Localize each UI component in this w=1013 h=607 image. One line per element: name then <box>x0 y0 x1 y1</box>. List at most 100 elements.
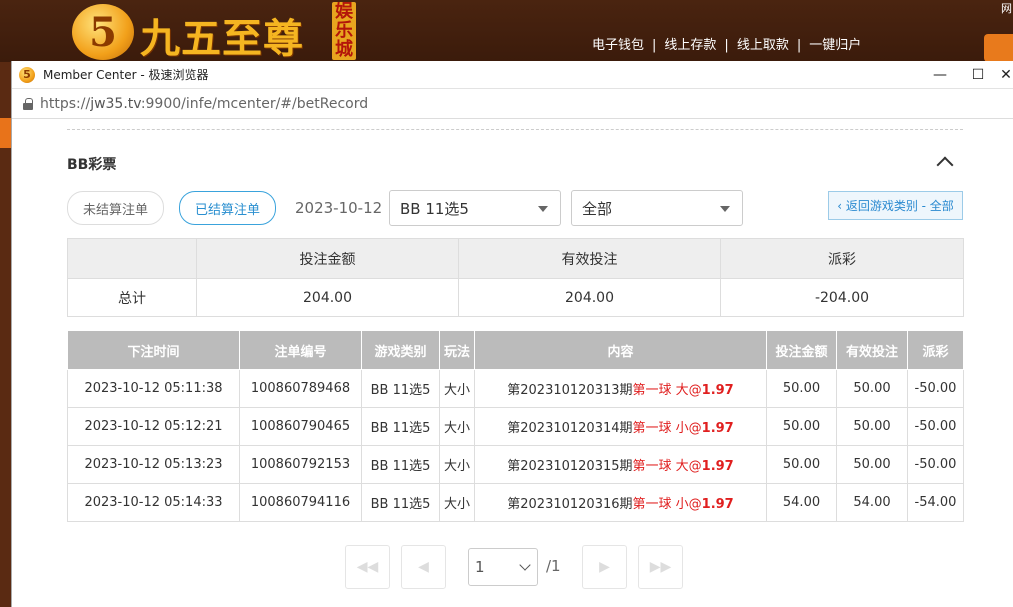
cell-payout: -50.00 <box>907 369 964 408</box>
cell-valid-bet: 50.00 <box>836 369 908 408</box>
close-button[interactable]: ✕ <box>994 61 1013 89</box>
header-play: 玩法 <box>439 330 475 370</box>
cell-play: 大小 <box>439 407 475 446</box>
last-page-button[interactable]: ▶▶ <box>638 545 683 589</box>
url-prefix: https:// <box>40 95 91 112</box>
address-bar[interactable]: https://jw35.tv:9900/infe/mcenter/#/betR… <box>12 89 1013 119</box>
cell-bet-id: 100860792153 <box>239 445 362 484</box>
content-period: 第202310120316期 <box>507 497 633 512</box>
corner-text: 网 <box>1001 2 1012 15</box>
cell-bet-id: 100860789468 <box>239 369 362 408</box>
settled-bets-button[interactable]: 已结算注单 <box>179 191 276 225</box>
browser-app-icon: 5 <box>19 66 35 83</box>
header-content: 内容 <box>474 330 767 370</box>
cell-bet-id: 100860794116 <box>239 483 362 522</box>
prev-page-button[interactable]: ◀ <box>401 545 446 589</box>
maximize-button[interactable]: ☐ <box>960 61 996 89</box>
table-header-row: 下注时间 注单编号 游戏类别 玩法 内容 投注金额 有效投注 派彩 <box>67 330 964 370</box>
page-total: /1 <box>546 557 561 575</box>
bet-records-table: 下注时间 注单编号 游戏类别 玩法 内容 投注金额 有效投注 派彩 2023-1… <box>67 330 964 522</box>
content-pick: 第一球 小@ <box>632 497 702 512</box>
cell-play: 大小 <box>439 445 475 484</box>
cell-payout: -54.00 <box>907 483 964 522</box>
url-host: jw35.tv <box>90 95 141 112</box>
link-separator: | <box>724 38 729 53</box>
content-pick: 第一球 大@ <box>632 383 702 398</box>
cell-bet-time: 2023-10-12 05:11:38 <box>67 369 240 408</box>
link-deposit[interactable]: 线上存款 <box>664 38 716 53</box>
content-period: 第202310120315期 <box>507 459 633 474</box>
window-title: Member Center - 极速浏览器 <box>43 68 209 82</box>
first-page-button[interactable]: ◀◀ <box>345 545 390 589</box>
game-select[interactable]: BB 11选5 <box>389 190 561 226</box>
site-orange-button[interactable] <box>984 34 1013 62</box>
cell-game: BB 11选5 <box>361 483 440 522</box>
site-header: 5 九五至尊 娱乐城 电子钱包 | 线上存款 | 线上取款 | 一键归户 网 <box>0 0 1013 62</box>
header-bet-id: 注单编号 <box>239 330 362 370</box>
summary-valid-bet: 204.00 <box>458 278 721 317</box>
cell-bet-amount: 54.00 <box>766 483 837 522</box>
header-bet-time: 下注时间 <box>67 330 240 370</box>
cell-bet-time: 2023-10-12 05:13:23 <box>67 445 240 484</box>
summary-header-bet: 投注金额 <box>196 238 459 279</box>
content-odds: 1.97 <box>701 497 734 512</box>
title-bar: 5 Member Center - 极速浏览器 — ☐ ✕ <box>12 61 1013 89</box>
cell-valid-bet: 54.00 <box>836 483 908 522</box>
link-separator: | <box>796 38 802 53</box>
date-display: 2023-10-12 <box>295 199 383 217</box>
type-select-value: 全部 <box>582 199 613 218</box>
cell-payout: -50.00 <box>907 407 964 446</box>
table-row: 2023-10-12 05:11:38 100860789468 BB 11选5 大小… <box>67 369 964 408</box>
site-logo-icon: 5 <box>72 4 134 60</box>
dashed-divider <box>67 129 963 130</box>
cell-content: 第202310120313期第一球 大@1.97 <box>474 369 767 408</box>
cell-game: BB 11选5 <box>361 407 440 446</box>
site-logo-tag: 娱乐城 <box>332 2 356 60</box>
content-pick: 第一球 大@ <box>632 459 702 474</box>
back-to-category-button[interactable]: ‹ 返回游戏类别 - 全部 <box>828 191 963 220</box>
summary-header-payout: 派彩 <box>720 238 964 279</box>
top-links: 电子钱包 | 线上存款 | 线上取款 | 一键归户 <box>592 34 861 53</box>
content-odds: 1.97 <box>701 459 734 474</box>
unsettled-bets-button[interactable]: 未结算注单 <box>67 191 164 225</box>
cell-bet-amount: 50.00 <box>766 369 837 408</box>
cell-content: 第202310120314期第一球 小@1.97 <box>474 407 767 446</box>
content-period: 第202310120314期 <box>507 421 633 436</box>
page-select-value: 1 <box>475 558 485 576</box>
site-logo-text: 九五至尊 <box>140 15 304 62</box>
link-separator: | <box>652 38 657 53</box>
header-bet-amount: 投注金额 <box>766 330 837 370</box>
header-game: 游戏类别 <box>361 330 440 370</box>
content-odds: 1.97 <box>701 383 734 398</box>
cell-game: BB 11选5 <box>361 369 440 408</box>
lock-icon <box>23 97 33 110</box>
url-text[interactable]: https://jw35.tv:9900/infe/mcenter/#/betR… <box>40 96 368 112</box>
summary-bet-amount: 204.00 <box>196 278 459 317</box>
minimize-button[interactable]: — <box>922 61 958 89</box>
cell-play: 大小 <box>439 483 475 522</box>
cell-bet-amount: 50.00 <box>766 407 837 446</box>
cell-game: BB 11选5 <box>361 445 440 484</box>
header-valid-bet: 有效投注 <box>836 330 908 370</box>
browser-window: 5 Member Center - 极速浏览器 — ☐ ✕ https://jw… <box>11 61 1013 607</box>
link-e-wallet[interactable]: 电子钱包 <box>592 38 644 53</box>
page-select[interactable]: 1 <box>468 548 538 586</box>
link-withdraw[interactable]: 线上取款 <box>737 38 789 53</box>
header-payout: 派彩 <box>907 330 964 370</box>
chevron-up-icon[interactable] <box>935 155 955 169</box>
content-odds: 1.97 <box>701 421 734 436</box>
table-row: 2023-10-12 05:12:21 100860790465 BB 11选5 大小… <box>67 407 964 446</box>
game-select-value: BB 11选5 <box>400 199 469 218</box>
cell-bet-time: 2023-10-12 05:14:33 <box>67 483 240 522</box>
link-consolidate[interactable]: 一键归户 <box>809 38 861 53</box>
summary-total-label: 总计 <box>67 278 197 317</box>
cell-valid-bet: 50.00 <box>836 445 908 484</box>
type-select[interactable]: 全部 <box>571 190 743 226</box>
cell-payout: -50.00 <box>907 445 964 484</box>
cell-content: 第202310120315期第一球 大@1.97 <box>474 445 767 484</box>
next-page-button[interactable]: ▶ <box>582 545 627 589</box>
cell-bet-id: 100860790465 <box>239 407 362 446</box>
caret-down-icon <box>720 206 730 212</box>
content-period: 第202310120313期 <box>507 383 633 398</box>
table-row: 2023-10-12 05:13:23 100860792153 BB 11选5 大小… <box>67 445 964 484</box>
